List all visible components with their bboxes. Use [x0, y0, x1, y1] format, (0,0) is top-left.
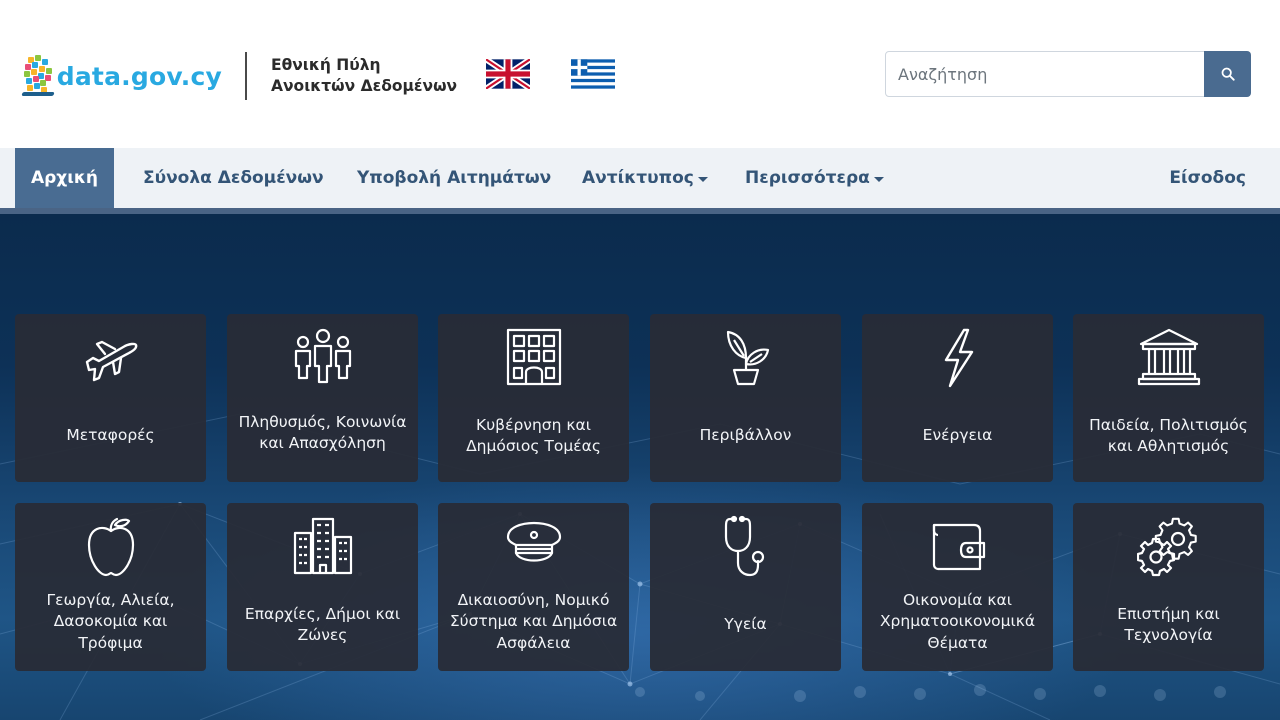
gears-icon: [1136, 517, 1197, 577]
category-label: Πληθυσμός, Κοινωνία και Απασχόληση: [238, 412, 407, 453]
login-link[interactable]: Είσοδος: [1169, 148, 1246, 208]
city-icon: [293, 517, 352, 575]
apple-icon: [87, 517, 134, 577]
category-label: Γεωργία, Αλιεία, Δασοκομία και Τρόφιμα: [46, 590, 175, 652]
site-header: data.gov.cy Εθνική Πύλη Ανοικτών Δεδομέν…: [0, 0, 1280, 148]
nav-item-impact[interactable]: Αντίκτυπος: [582, 148, 708, 208]
caret-down-icon: [697, 176, 708, 182]
category-tile-education[interactable]: Παιδεία, Πολιτισμός και Αθλητισμός: [1073, 314, 1264, 482]
portal-title: Εθνική Πύλη Ανοικτών Δεδομένων: [271, 55, 471, 97]
search-icon: [1221, 67, 1235, 81]
category-label: Ενέργεια: [922, 426, 993, 445]
logo-cubes-icon: [21, 53, 55, 99]
police-cap-icon: [506, 521, 561, 562]
category-tile-population[interactable]: Πληθυσμός, Κοινωνία και Απασχόληση: [227, 314, 418, 482]
category-tile-environment[interactable]: Περιβάλλον: [650, 314, 841, 482]
portal-title-line1: Εθνική Πύλη: [271, 56, 381, 74]
nav-item-requests[interactable]: Υποβολή Αιτημάτων: [357, 148, 551, 208]
nav-item-more[interactable]: Περισσότερα: [745, 148, 884, 208]
uk-flag-icon[interactable]: [486, 59, 530, 89]
plant-icon: [726, 330, 769, 386]
category-label: Επιστήμη και Τεχνολογία: [1117, 604, 1220, 645]
nav-item-datasets[interactable]: Σύνολα Δεδομένων: [143, 148, 324, 208]
main-nav: Αρχική Σύνολα Δεδομένων Υποβολή Αιτημάτω…: [0, 148, 1280, 208]
category-label: Οικονομία και Χρηματοοικονομικά Θέματα: [879, 590, 1036, 652]
people-icon: [294, 328, 351, 384]
nav-item-impact-label: Αντίκτυπος: [582, 168, 694, 188]
museum-icon: [1137, 328, 1200, 386]
category-tile-justice[interactable]: Δικαιοσύνη, Νομικό Σύστημα και Δημόσια Α…: [438, 503, 629, 671]
category-label: Παιδεία, Πολιτισμός και Αθλητισμός: [1089, 415, 1248, 456]
search-bar: [885, 51, 1251, 97]
caret-down-icon: [873, 176, 884, 182]
building-icon: [506, 328, 561, 386]
category-label: Επαρχίες, Δήμοι και Ζώνες: [244, 604, 401, 645]
nav-item-requests-label: Υποβολή Αιτημάτων: [357, 168, 552, 188]
category-label: Περιβάλλον: [699, 426, 792, 445]
search-button[interactable]: [1204, 51, 1251, 97]
category-tile-municipalities[interactable]: Επαρχίες, Δήμοι και Ζώνες: [227, 503, 418, 671]
portal-title-line2: Ανοικτών Δεδομένων: [271, 77, 458, 95]
category-tile-government[interactable]: Κυβέρνηση και Δημόσιος Τομέας: [438, 314, 629, 482]
category-tile-transport[interactable]: Μεταφορές: [15, 314, 206, 482]
stethoscope-icon: [724, 515, 764, 577]
login-label: Είσοδος: [1169, 168, 1246, 188]
search-input[interactable]: [885, 51, 1205, 97]
greece-flag-icon[interactable]: [571, 59, 615, 89]
header-divider: [245, 52, 247, 100]
category-tile-agriculture[interactable]: Γεωργία, Αλιεία, Δασοκομία και Τρόφιμα: [15, 503, 206, 671]
nav-item-datasets-label: Σύνολα Δεδομένων: [143, 168, 324, 188]
wallet-icon: [932, 523, 985, 571]
nav-item-home[interactable]: Αρχική: [15, 148, 114, 208]
hero-section: Μεταφορές Πληθυσμός, Κοινωνία και Απασχό…: [0, 214, 1280, 720]
logo-text: data.gov.cy: [56, 61, 222, 91]
nav-item-more-label: Περισσότερα: [745, 168, 870, 188]
category-label: Μεταφορές: [66, 426, 155, 445]
airplane-icon: [85, 340, 137, 382]
category-tile-health[interactable]: Υγεία: [650, 503, 841, 671]
lightning-icon: [944, 328, 973, 388]
category-tile-science[interactable]: Επιστήμη και Τεχνολογία: [1073, 503, 1264, 671]
nav-item-home-label: Αρχική: [30, 168, 99, 188]
category-label: Κυβέρνηση και Δημόσιος Τομέας: [466, 415, 601, 456]
category-tile-energy[interactable]: Ενέργεια: [862, 314, 1053, 482]
category-tile-economy[interactable]: Οικονομία και Χρηματοοικονομικά Θέματα: [862, 503, 1053, 671]
site-logo[interactable]: data.gov.cy: [21, 52, 222, 100]
category-label: Υγεία: [724, 615, 767, 634]
category-label: Δικαιοσύνη, Νομικό Σύστημα και Δημόσια Α…: [449, 590, 618, 652]
